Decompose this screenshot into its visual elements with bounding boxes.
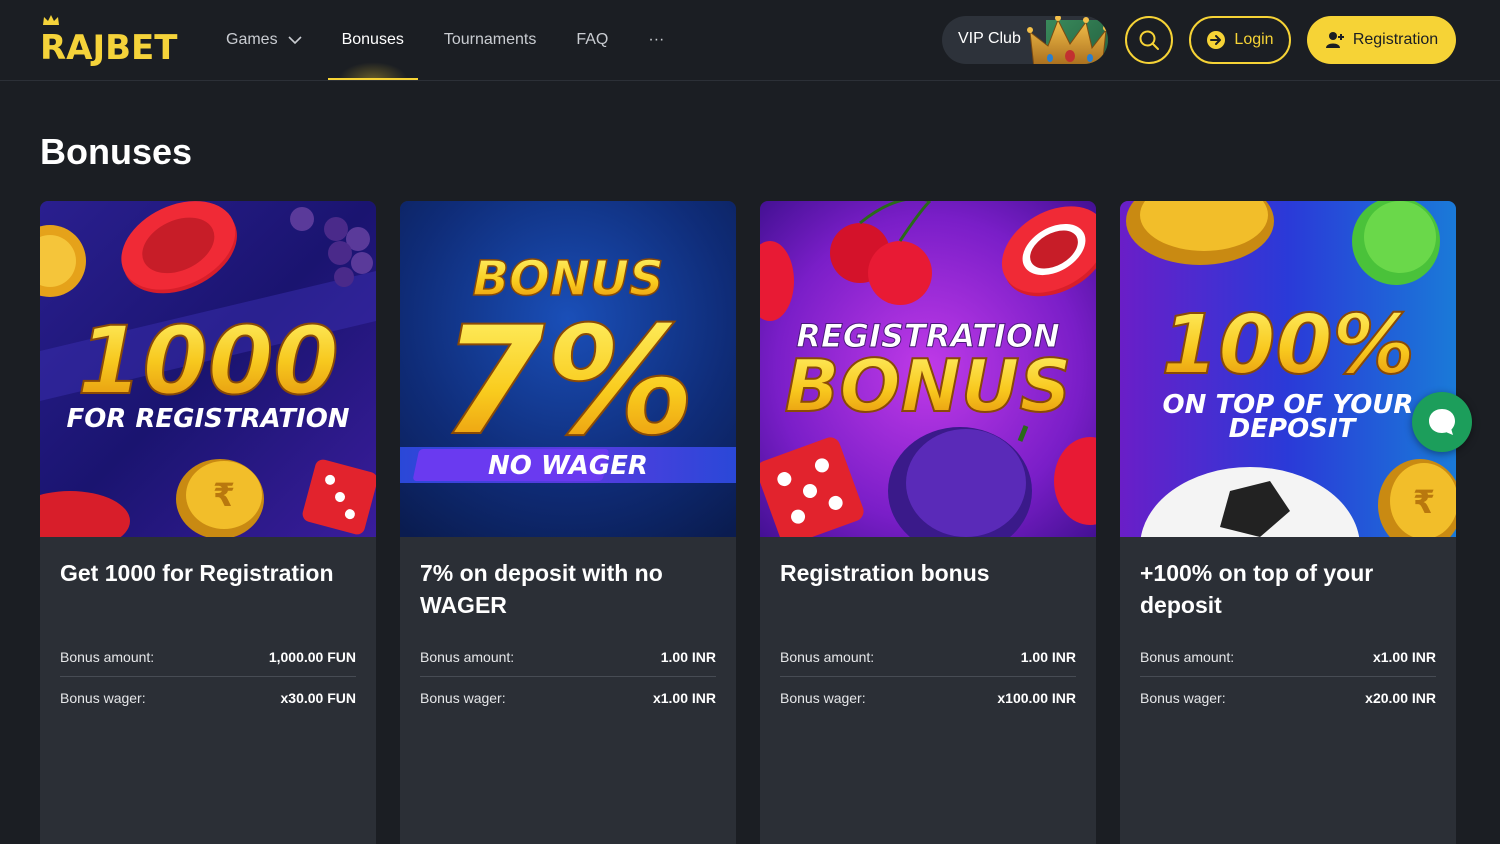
svg-text:₹: ₹: [213, 476, 235, 514]
bonus-banner-image: ₹ 1000 FOR REGISTRATION: [40, 201, 376, 537]
bonus-wager-row: Bonus wager: x100.00 INR: [780, 678, 1076, 718]
bonus-wager-value: x30.00 FUN: [280, 690, 356, 706]
bonus-amount-value: 1.00 INR: [660, 648, 716, 665]
nav-faq-label: FAQ: [576, 31, 609, 48]
crown-icon: [1027, 16, 1108, 64]
nav-bonuses[interactable]: Bonuses: [327, 0, 419, 80]
login-label: Login: [1234, 31, 1274, 48]
login-button[interactable]: Login: [1189, 16, 1291, 64]
bonus-wager-label: Bonus wager:: [1140, 690, 1226, 706]
bonus-card[interactable]: BONUS 7% NO WAGER 7% on deposit with no …: [400, 201, 736, 844]
search-button[interactable]: [1125, 16, 1173, 64]
site-header: RAJBET Games Bonuses Tournaments FAQ ···…: [0, 0, 1500, 81]
bonus-wager-label: Bonus wager:: [420, 690, 506, 706]
nav-bonuses-label: Bonuses: [341, 31, 404, 48]
more-icon: ···: [648, 31, 665, 48]
nav-games[interactable]: Games: [212, 0, 316, 80]
bonus-amount-row: Bonus amount: x1.00 INR: [1140, 637, 1436, 677]
registration-button[interactable]: Registration: [1307, 16, 1456, 64]
bonus-wager-row: Bonus wager: x30.00 FUN: [60, 678, 356, 718]
promo-percent: 7%: [441, 295, 696, 469]
bonus-banner-image: REGISTRATION BONUS: [760, 201, 1096, 537]
bonus-title: Registration bonus: [780, 560, 990, 586]
bonus-amount-label: Bonus amount:: [420, 648, 515, 665]
registration-label: Registration: [1352, 31, 1439, 48]
chevron-down-icon: [288, 36, 302, 45]
promo-amount: 1000: [77, 307, 339, 416]
bonus-amount-row: Bonus amount: 1.00 INR: [780, 637, 1076, 677]
logo-crown-icon: [43, 15, 59, 25]
nav-tournaments[interactable]: Tournaments: [430, 0, 551, 80]
bonus-card[interactable]: ₹ 1000 FOR REGISTRATION Get 1000 for Reg…: [40, 201, 376, 844]
nav-tournaments-label: Tournaments: [443, 31, 537, 48]
add-user-icon: [1325, 32, 1344, 48]
bonus-title: 7% on deposit with no WAGER: [420, 560, 663, 618]
promo-bonus-word: BONUS: [785, 344, 1072, 428]
bonus-wager-row: Bonus wager: x1.00 INR: [420, 678, 716, 718]
nav-faq[interactable]: FAQ: [562, 0, 622, 80]
bonus-amount-value: 1,000.00 FUN: [268, 648, 356, 665]
bonus-card[interactable]: ₹ 100% ON TOP OF YOUR DEPOSIT +100% on t…: [1120, 201, 1456, 844]
bonus-wager-row: Bonus wager: x20.00 INR: [1140, 678, 1436, 718]
nav-games-label: Games: [226, 31, 278, 48]
bonus-wager-value: x1.00 INR: [652, 690, 716, 706]
chat-bubble-icon: [1429, 409, 1455, 435]
bonus-card[interactable]: REGISTRATION BONUS Registration bonus Bo…: [760, 201, 1096, 844]
bonus-wager-label: Bonus wager:: [60, 690, 146, 706]
promo-subtitle: FOR REGISTRATION: [66, 404, 349, 434]
bonus-banner-image: ₹ 100% ON TOP OF YOUR DEPOSIT: [1120, 201, 1456, 537]
bonus-amount-row: Bonus amount: 1,000.00 FUN: [60, 637, 356, 677]
promo-percent: 100%: [1161, 298, 1414, 393]
bonus-title: +100% on top of your deposit: [1140, 560, 1374, 618]
logo-text: RAJBET: [40, 28, 178, 68]
page-title: Bonuses: [40, 131, 193, 172]
bonus-wager-value: x20.00 INR: [1365, 690, 1436, 706]
bonus-banner-image: BONUS 7% NO WAGER: [400, 201, 736, 537]
vip-club-button[interactable]: VIP Club: [942, 16, 1108, 64]
bonus-amount-label: Bonus amount:: [780, 648, 875, 665]
nav-more[interactable]: ···: [634, 0, 678, 80]
promo-no-wager: NO WAGER: [488, 451, 648, 481]
bonus-wager-value: x100.00 INR: [997, 690, 1076, 706]
vip-club-label: VIP Club: [958, 30, 1021, 47]
bonus-amount-label: Bonus amount:: [1140, 648, 1235, 665]
main-nav: Games Bonuses Tournaments FAQ ···: [212, 0, 690, 80]
svg-text:₹: ₹: [1413, 483, 1435, 521]
bonus-amount-value: x1.00 INR: [1372, 648, 1436, 665]
bonus-amount-row: Bonus amount: 1.00 INR: [420, 637, 716, 677]
promo-subtitle-2: DEPOSIT: [1229, 414, 1358, 444]
login-arrow-icon: [1207, 31, 1226, 49]
live-chat-button[interactable]: [1412, 392, 1472, 452]
bonus-amount-value: 1.00 INR: [1020, 648, 1076, 665]
search-icon: [1139, 30, 1159, 50]
bonus-amount-label: Bonus amount:: [60, 648, 155, 665]
bonus-title: Get 1000 for Registration: [60, 560, 334, 586]
bonus-wager-label: Bonus wager:: [780, 690, 866, 706]
rajbet-logo[interactable]: RAJBET: [40, 14, 185, 68]
